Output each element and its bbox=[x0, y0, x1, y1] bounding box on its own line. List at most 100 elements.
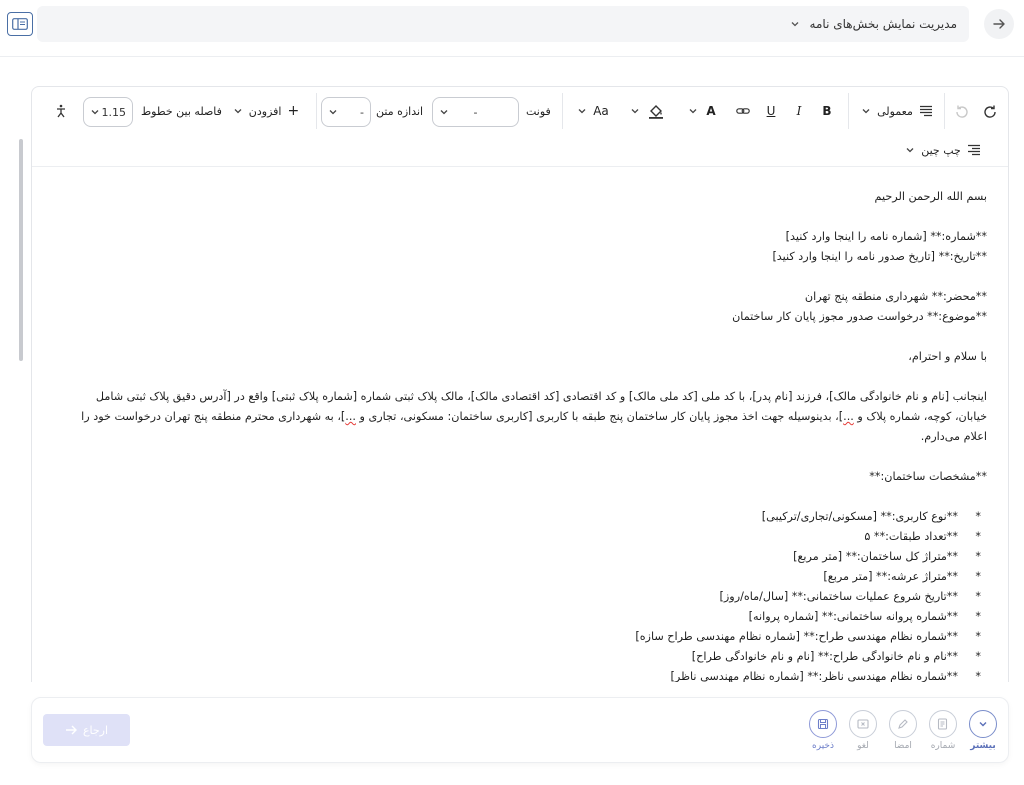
chevron-down-icon bbox=[440, 110, 448, 115]
pen-icon bbox=[898, 719, 908, 729]
save-button[interactable]: ذخیره bbox=[808, 710, 838, 751]
redo-icon bbox=[956, 105, 968, 118]
text-case-dropdown[interactable]: Aa bbox=[572, 87, 614, 135]
number-button[interactable]: شماره bbox=[928, 710, 958, 751]
number-label: شماره bbox=[930, 741, 956, 751]
list-item: **متراژ عرشه:** [متر مربع] bbox=[62, 567, 987, 587]
recipient-line: **محضر:** شهرداری منطقه پنج تهران bbox=[804, 290, 987, 303]
return-button[interactable]: ارجاع bbox=[43, 714, 130, 746]
editor-toolbar-secondary: چپ چین bbox=[32, 135, 1008, 165]
undo-icon bbox=[984, 105, 996, 118]
font-size-select[interactable]: - bbox=[321, 97, 371, 127]
paint-bucket-icon bbox=[649, 105, 663, 119]
chevron-down-icon bbox=[689, 109, 697, 114]
font-select[interactable]: - bbox=[432, 97, 519, 127]
toolbar-separator bbox=[944, 93, 945, 129]
cancel-button[interactable]: لغو bbox=[848, 710, 878, 751]
spellcheck-mark: ... bbox=[345, 410, 356, 423]
save-label: ذخیره bbox=[812, 741, 834, 751]
insert-dropdown[interactable]: + افزودن bbox=[230, 87, 302, 135]
link-button[interactable] bbox=[733, 87, 753, 135]
sign-button[interactable]: امضا bbox=[888, 710, 918, 751]
salutation-line: با سلام و احترام، bbox=[908, 350, 987, 363]
alignment-dropdown[interactable]: چپ چین bbox=[902, 135, 984, 165]
accessibility-button[interactable] bbox=[52, 87, 70, 135]
letter-editor: معمولی B I U A Aa فونت - اندازه متن - + … bbox=[31, 86, 1009, 682]
font-size-value: - bbox=[360, 105, 364, 119]
letter-sections-dropdown[interactable]: مدیریت نمایش بخش‌های نامه bbox=[37, 6, 969, 42]
list-item: **تاریخ شروع عملیات ساختمانی:** [سال/ماه… bbox=[62, 587, 987, 607]
chevron-down-icon bbox=[234, 109, 242, 114]
list-item: **شماره نظام مهندسی طراح:** [شماره نظام … bbox=[62, 627, 987, 647]
letter-date-line: **تاریخ:** [تاریخ صدور نامه را اینجا وار… bbox=[772, 250, 987, 263]
link-icon bbox=[736, 108, 750, 114]
text-case-label: Aa bbox=[593, 104, 609, 118]
panel-toggle-button[interactable] bbox=[7, 12, 33, 36]
body-paragraph: اینجانب [نام و نام خانوادگی مالک]، فرزند… bbox=[81, 390, 987, 443]
cancel-label: لغو bbox=[857, 741, 869, 751]
font-select-value: - bbox=[473, 105, 478, 119]
alignment-label: چپ چین bbox=[921, 143, 961, 157]
chevron-down-icon bbox=[790, 19, 800, 29]
spellcheck-mark: ... bbox=[843, 410, 854, 423]
scrollbar-thumb[interactable] bbox=[19, 139, 23, 361]
numbered-document-icon bbox=[937, 718, 948, 730]
chevron-down-icon bbox=[91, 110, 99, 115]
specs-heading: **مشخصات ساختمان:** bbox=[869, 470, 987, 483]
paragraph-style-dropdown[interactable]: معمولی bbox=[854, 87, 940, 135]
line-spacing-select[interactable]: 1.15 bbox=[83, 97, 133, 127]
font-size-label: اندازه متن bbox=[376, 104, 424, 118]
font-label: فونت bbox=[526, 104, 551, 118]
text-color-icon: A bbox=[706, 104, 716, 118]
chevron-down-icon bbox=[329, 110, 337, 115]
chevron-down-icon bbox=[631, 109, 639, 114]
chevron-down-icon bbox=[979, 722, 987, 727]
highlight-color-dropdown[interactable] bbox=[626, 87, 668, 135]
editor-toolbar: معمولی B I U A Aa فونت - اندازه متن - + … bbox=[32, 87, 1008, 135]
accessibility-icon bbox=[57, 104, 65, 118]
specs-list: **نوع کاربری:** [مسکونی/تجاری/ترکیبی] **… bbox=[62, 507, 987, 682]
text-color-dropdown[interactable]: A bbox=[682, 87, 722, 135]
paragraph-icon bbox=[919, 105, 932, 117]
toolbar-divider bbox=[32, 166, 1008, 167]
toolbar-separator bbox=[316, 93, 317, 129]
letter-number-line: **شماره:** [شماره نامه را اینجا وارد کنی… bbox=[785, 230, 987, 243]
align-left-icon bbox=[967, 144, 980, 156]
underline-button[interactable]: U bbox=[762, 87, 780, 135]
toolbar-separator bbox=[562, 93, 563, 129]
plus-icon: + bbox=[287, 103, 300, 119]
list-item: **متراژ کل ساختمان:** [متر مربع] bbox=[62, 547, 987, 567]
list-item: **شماره پروانه ساختمانی:** [شماره پروانه… bbox=[62, 607, 987, 627]
undo-button[interactable] bbox=[982, 87, 998, 135]
more-label: بیشتر bbox=[970, 741, 996, 751]
subject-line: **موضوع:** درخواست صدور مجوز پایان کار س… bbox=[732, 310, 987, 323]
back-button[interactable] bbox=[984, 9, 1014, 39]
header-divider bbox=[0, 56, 1024, 57]
bold-button[interactable]: B bbox=[818, 87, 836, 135]
list-item: **تعداد طبقات:** ۵ bbox=[62, 527, 987, 547]
arrow-right-icon bbox=[993, 19, 1005, 29]
paragraph-style-value: معمولی bbox=[877, 104, 913, 118]
document-body[interactable]: بسم الله الرحمن الرحیم **شماره:** [شماره… bbox=[62, 187, 987, 682]
list-item: **شماره نظام مهندسی ناظر:** [شماره نظام … bbox=[62, 667, 987, 682]
insert-label: افزودن bbox=[248, 104, 282, 118]
return-label: ارجاع bbox=[82, 723, 109, 737]
toolbar-separator bbox=[848, 93, 849, 129]
sign-label: امضا bbox=[894, 741, 912, 751]
bismillah-line: بسم الله الرحمن الرحیم bbox=[874, 190, 987, 203]
action-bar: بیشتر شماره امضا لغو ذخیره ارجاع bbox=[31, 697, 1009, 763]
italic-button[interactable]: I bbox=[790, 87, 808, 135]
header-title: مدیریت نمایش بخش‌های نامه bbox=[809, 17, 957, 31]
chevron-down-icon bbox=[578, 109, 586, 114]
chevron-down-icon bbox=[862, 109, 870, 114]
panel-toggle-icon bbox=[12, 18, 28, 30]
more-button[interactable]: بیشتر bbox=[968, 710, 998, 751]
chevron-down-icon bbox=[906, 148, 914, 153]
redo-button[interactable] bbox=[954, 87, 970, 135]
cancel-icon bbox=[857, 719, 869, 729]
arrow-right-icon bbox=[65, 725, 77, 735]
list-item: **نوع کاربری:** [مسکونی/تجاری/ترکیبی] bbox=[62, 507, 987, 527]
line-spacing-label: فاصله بین خطوط bbox=[141, 104, 222, 118]
line-spacing-value: 1.15 bbox=[101, 105, 127, 119]
save-icon bbox=[817, 718, 829, 730]
